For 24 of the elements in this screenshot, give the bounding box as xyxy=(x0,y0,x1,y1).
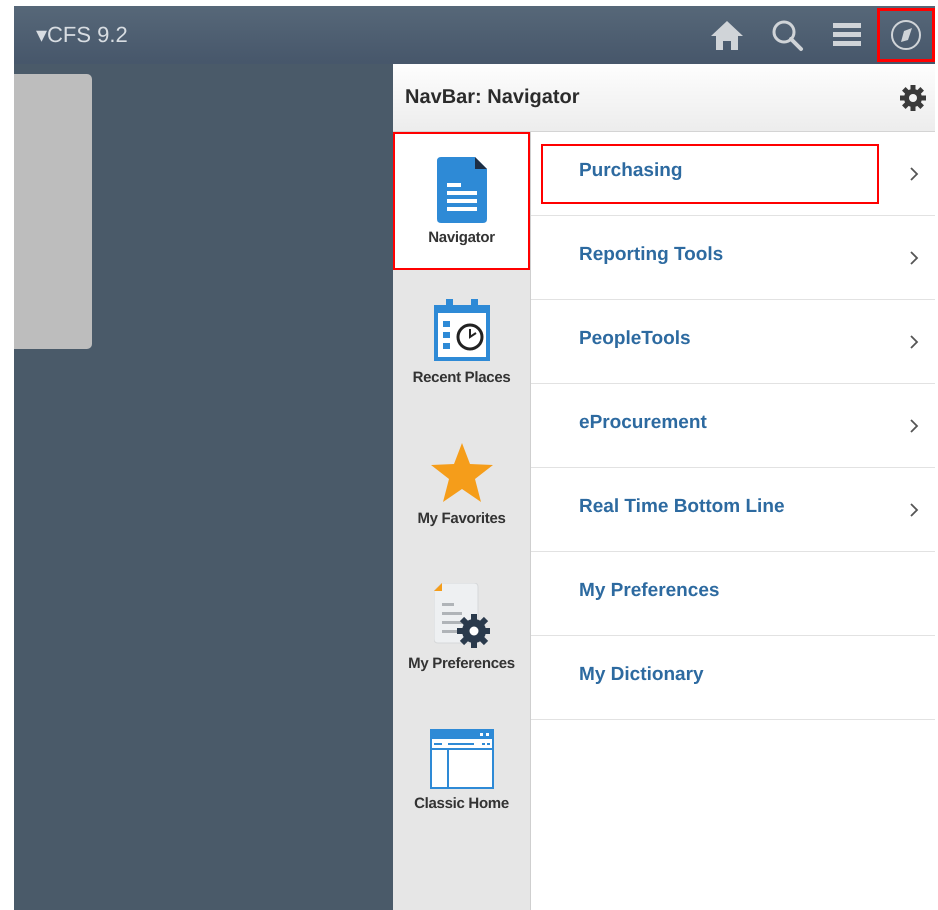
document-gear-icon xyxy=(434,583,490,649)
settings-icon[interactable] xyxy=(899,84,927,112)
menu-item[interactable]: Real Time Bottom Line xyxy=(531,468,935,552)
menu-item[interactable]: PeopleTools xyxy=(531,300,935,384)
panel-title: NavBar: Navigator xyxy=(405,86,580,109)
nav-tile[interactable]: My Favorites xyxy=(393,413,530,556)
compass-icon xyxy=(890,19,922,51)
menu-item[interactable]: My Dictionary xyxy=(531,636,935,720)
document-icon xyxy=(436,156,486,222)
nav-tile[interactable]: Recent Places xyxy=(393,270,530,413)
nav-tile[interactable]: Classic Home xyxy=(393,699,530,842)
menu-item[interactable]: Reporting Tools xyxy=(531,216,935,300)
window-icon xyxy=(430,729,494,789)
calendar-icon xyxy=(432,297,492,363)
menu-icon xyxy=(833,22,861,48)
app-title[interactable]: ▾CFS 9.2 xyxy=(36,22,128,48)
home-icon xyxy=(710,19,744,51)
compass-button[interactable] xyxy=(877,8,935,62)
star-icon xyxy=(430,442,494,504)
nav-tile[interactable]: My Preferences xyxy=(393,556,530,699)
menu-item[interactable]: eProcurement xyxy=(531,384,935,468)
search-icon xyxy=(770,18,804,52)
menu-item[interactable]: My Preferences xyxy=(531,552,935,636)
nav-tile[interactable]: Navigator xyxy=(393,132,530,270)
